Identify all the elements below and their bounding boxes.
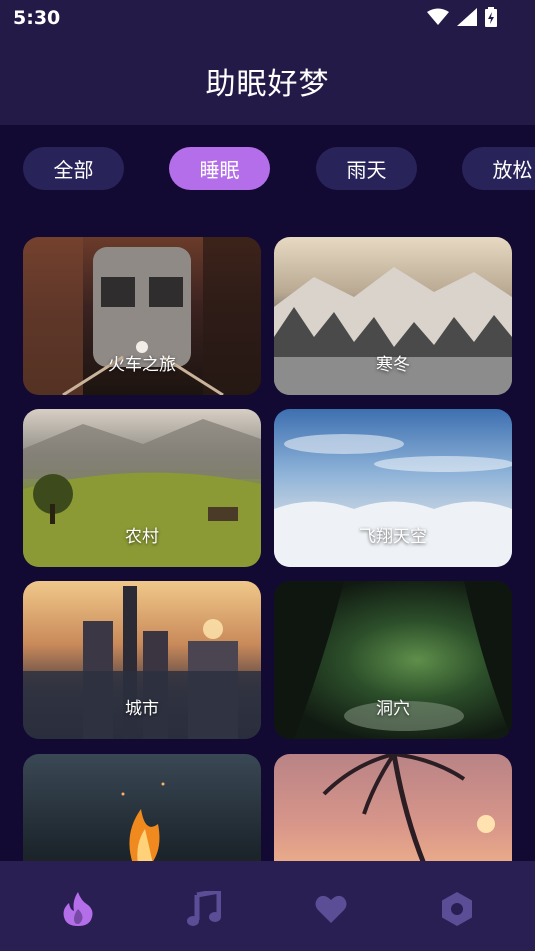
flame-icon (63, 892, 93, 926)
scene-card-label: 寒冬 (376, 355, 410, 375)
scene-card-label: 城市 (125, 699, 159, 719)
scene-card-label: 飞翔天空 (359, 527, 427, 547)
page-title: 助眠好梦 (205, 66, 330, 102)
status-icons (427, 7, 497, 31)
scene-card-label: 火车之旅 (108, 355, 176, 375)
status-bar: 5:30 (0, 0, 535, 36)
scene-card-label: 农村 (125, 527, 159, 547)
heart-icon (315, 895, 347, 923)
music-note-icon (187, 891, 221, 926)
nav-item-settings[interactable] (437, 889, 477, 929)
tab-all[interactable]: 全部 (23, 147, 124, 190)
wifi-icon (427, 8, 449, 30)
tab-rain[interactable]: 雨天 (316, 147, 417, 190)
battery-icon (485, 7, 497, 31)
category-tabs: 全部 睡眠 雨天 放松 (0, 147, 535, 191)
bottom-nav (0, 861, 535, 951)
hexagon-icon (442, 892, 472, 926)
status-time: 5:30 (13, 7, 61, 29)
scene-card-cave[interactable]: 洞穴 (274, 581, 512, 739)
scene-card-winter[interactable]: 寒冬 (274, 237, 512, 395)
tab-sleep[interactable]: 睡眠 (169, 147, 270, 190)
nav-item-home[interactable] (58, 889, 98, 929)
tab-relax[interactable]: 放松 (462, 147, 535, 190)
nav-item-music[interactable] (184, 889, 224, 929)
scene-card-city[interactable]: 城市 (23, 581, 261, 739)
nav-item-favorites[interactable] (311, 889, 351, 929)
scene-card-train[interactable]: 火车之旅 (23, 237, 261, 395)
scene-card-label: 洞穴 (376, 699, 410, 719)
scene-card-countryside[interactable]: 农村 (23, 409, 261, 567)
scene-card-sky[interactable]: 飞翔天空 (274, 409, 512, 567)
signal-icon (457, 8, 477, 30)
app-header: 助眠好梦 (0, 36, 535, 125)
